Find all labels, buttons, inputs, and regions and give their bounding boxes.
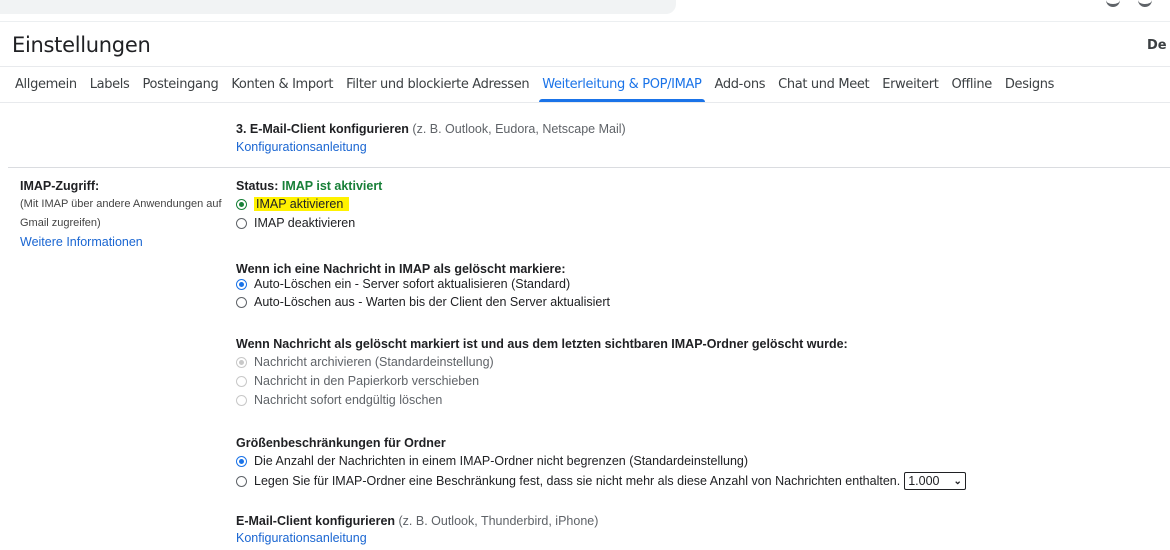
expunge-trash-option: Nachricht in den Papierkorb verschieben xyxy=(236,374,479,388)
section-divider xyxy=(8,167,1170,168)
tab-chat-meet[interactable]: Chat und Meet xyxy=(775,68,872,102)
header-divider xyxy=(0,21,1170,22)
folder-no-limit-radio[interactable] xyxy=(236,455,247,467)
pop-configure-link[interactable]: Konfigurationsanleitung xyxy=(236,140,367,154)
imap-access-label: IMAP-Zugriff: xyxy=(20,179,100,193)
expunge-trash-radio xyxy=(236,375,247,387)
support-icon[interactable] xyxy=(1106,0,1120,7)
expunge-archive-label: Nachricht archivieren (Standardeinstellu… xyxy=(254,355,494,369)
expunge-archive-radio xyxy=(236,356,247,368)
folder-limit-select-value: 1.000 xyxy=(908,474,940,488)
imap-disable-option[interactable]: IMAP deaktivieren xyxy=(236,216,355,230)
expunge-archive-option: Nachricht archivieren (Standardeinstellu… xyxy=(236,355,494,369)
folder-limit-option[interactable]: Legen Sie für IMAP-Ordner eine Beschränk… xyxy=(236,472,966,490)
folder-limit-select[interactable]: 1.000 ⌄ xyxy=(904,472,966,490)
folder-limit-radio[interactable] xyxy=(236,475,247,487)
pop-configure-hint: (z. B. Outlook, Eudora, Netscape Mail) xyxy=(408,122,626,136)
client-configure-heading: E-Mail-Client konfigurieren xyxy=(236,514,396,528)
tab-filter[interactable]: Filter und blockierte Adressen xyxy=(343,68,532,102)
settings-icon[interactable] xyxy=(1138,0,1152,7)
expunge-heading: Wenn Nachricht als gelöscht markiert ist… xyxy=(236,337,848,351)
client-configure-link[interactable]: Konfigurationsanleitung xyxy=(236,531,367,545)
settings-tabs: Allgemein Labels Posteingang Konten & Im… xyxy=(12,68,1064,102)
imap-description-line1: (Mit IMAP über andere Anwendungen auf xyxy=(20,198,222,210)
imap-status-value: IMAP ist aktiviert xyxy=(281,179,383,193)
folder-limit-label[interactable]: Legen Sie für IMAP-Ordner eine Beschränk… xyxy=(254,474,900,488)
page-title: Einstellungen xyxy=(12,33,151,57)
client-configure-heading-line: E-Mail-Client konfigurieren (z. B. Outlo… xyxy=(236,514,598,528)
tab-allgemein[interactable]: Allgemein xyxy=(12,68,80,102)
search-bar[interactable] xyxy=(0,0,676,14)
pop-configure-heading-line: 3. E-Mail-Client konfigurieren (z. B. Ou… xyxy=(236,122,626,136)
pop-configure-heading: 3. E-Mail-Client konfigurieren xyxy=(236,122,409,136)
auto-expunge-on-option[interactable]: Auto-Löschen ein - Server sofort aktuali… xyxy=(236,277,570,291)
imap-enable-option[interactable]: IMAP aktivieren xyxy=(236,197,350,211)
expunge-delete-label: Nachricht sofort endgültig löschen xyxy=(254,393,443,407)
tabs-divider xyxy=(0,102,1170,103)
imap-disable-radio[interactable] xyxy=(236,217,247,229)
client-configure-hint: (z. B. Outlook, Thunderbird, iPhone) xyxy=(395,514,599,528)
tab-weiterleitung-pop-imap[interactable]: Weiterleitung & POP/IMAP xyxy=(539,68,705,102)
expunge-trash-label: Nachricht in den Papierkorb verschieben xyxy=(254,374,480,388)
tab-posteingang[interactable]: Posteingang xyxy=(139,68,221,102)
tab-offline[interactable]: Offline xyxy=(948,68,994,102)
tab-labels[interactable]: Labels xyxy=(87,68,133,102)
tab-erweitert[interactable]: Erweitert xyxy=(879,68,941,102)
imap-status-prefix: Status: xyxy=(236,179,282,193)
imap-enable-radio[interactable] xyxy=(236,198,247,210)
expunge-delete-radio xyxy=(236,394,247,406)
imap-disable-label[interactable]: IMAP deaktivieren xyxy=(254,216,355,230)
delete-heading: Wenn ich eine Nachricht in IMAP als gelö… xyxy=(236,262,566,276)
title-divider xyxy=(0,66,1170,67)
expunge-delete-option: Nachricht sofort endgültig löschen xyxy=(236,393,442,407)
folder-limit-heading: Größenbeschränkungen für Ordner xyxy=(236,436,446,450)
folder-no-limit-option[interactable]: Die Anzahl der Nachrichten in einem IMAP… xyxy=(236,454,748,468)
language-indicator[interactable]: De xyxy=(1147,38,1167,53)
chevron-down-icon: ⌄ xyxy=(953,475,962,487)
folder-no-limit-label[interactable]: Die Anzahl der Nachrichten in einem IMAP… xyxy=(254,454,748,468)
tab-designs[interactable]: Designs xyxy=(1002,68,1057,102)
imap-description-line2: Gmail zugreifen) xyxy=(20,217,101,229)
imap-status: Status: IMAP ist aktiviert xyxy=(236,179,382,193)
more-info-link[interactable]: Weitere Informationen xyxy=(20,235,143,249)
auto-expunge-off-radio[interactable] xyxy=(236,296,247,308)
auto-expunge-on-radio[interactable] xyxy=(236,278,247,290)
top-right-icons xyxy=(1106,0,1152,7)
tab-add-ons[interactable]: Add-ons xyxy=(712,68,769,102)
auto-expunge-off-option[interactable]: Auto-Löschen aus - Warten bis der Client… xyxy=(236,295,610,309)
auto-expunge-on-label[interactable]: Auto-Löschen ein - Server sofort aktuali… xyxy=(254,277,570,291)
auto-expunge-off-label[interactable]: Auto-Löschen aus - Warten bis der Client… xyxy=(254,295,610,309)
imap-enable-label[interactable]: IMAP aktivieren xyxy=(254,197,350,211)
tab-konten-import[interactable]: Konten & Import xyxy=(228,68,336,102)
